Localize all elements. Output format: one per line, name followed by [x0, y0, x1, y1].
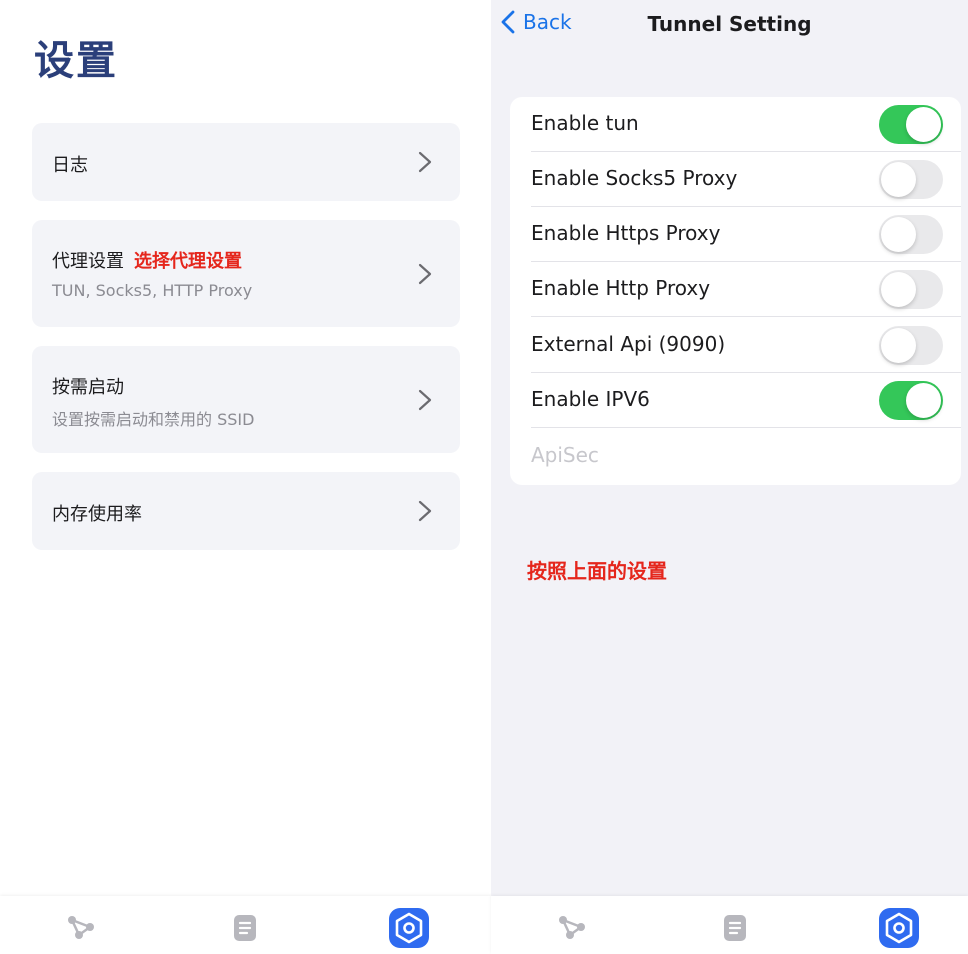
card-title: 按需启动	[52, 377, 124, 398]
nav-title: Tunnel Setting	[647, 12, 812, 36]
card-title-text: 代理设置	[52, 251, 124, 272]
settings-group: Enable tun Enable Socks5 Proxy Enable Ht…	[510, 97, 961, 485]
document-icon[interactable]	[225, 908, 265, 948]
chevron-right-icon	[418, 389, 432, 411]
toggle-enable-socks5[interactable]	[879, 160, 943, 199]
divider	[531, 427, 961, 428]
card-on-demand[interactable]: 按需启动 设置按需启动和禁用的 SSID	[32, 346, 460, 453]
toggle-knob	[881, 217, 916, 252]
row-label: Enable tun	[531, 111, 639, 135]
card-title: 日志	[52, 155, 88, 176]
annotation-note: 按照上面的设置	[527, 559, 667, 583]
divider	[531, 316, 961, 317]
tab-bar	[491, 896, 968, 954]
settings-icon[interactable]	[389, 908, 429, 948]
card-memory-usage[interactable]: 内存使用率	[32, 472, 460, 550]
proxy-nodes-icon[interactable]	[61, 908, 101, 948]
card-proxy-settings[interactable]: 代理设置 选择代理设置 TUN, Socks5, HTTP Proxy	[32, 220, 460, 327]
chevron-right-icon	[418, 263, 432, 285]
page-title: 设置	[34, 38, 118, 84]
chevron-right-icon	[418, 151, 432, 173]
toggle-enable-https[interactable]	[879, 215, 943, 254]
apisec-field[interactable]: ApiSec	[510, 429, 961, 484]
document-icon[interactable]	[715, 908, 755, 948]
row-label: Enable IPV6	[531, 387, 650, 411]
tunnel-setting-panel: Back Tunnel Setting Enable tun Enable So…	[491, 0, 968, 896]
settings-icon[interactable]	[879, 908, 919, 948]
row-enable-ipv6: Enable IPV6	[510, 373, 961, 428]
row-label: External Api (9090)	[531, 332, 726, 356]
annotation-label: 选择代理设置	[134, 251, 242, 272]
card-subtitle: TUN, Socks5, HTTP Proxy	[52, 281, 253, 300]
toggle-enable-ipv6[interactable]	[879, 381, 943, 420]
toggle-enable-http[interactable]	[879, 270, 943, 309]
row-enable-https: Enable Https Proxy	[510, 207, 961, 262]
row-label: Enable Http Proxy	[531, 276, 711, 300]
toggle-knob	[906, 107, 941, 142]
chevron-right-icon	[418, 500, 432, 522]
toggle-knob	[906, 383, 941, 418]
card-title: 代理设置 选择代理设置	[52, 247, 242, 273]
row-enable-tun: Enable tun	[510, 97, 961, 152]
toggle-knob	[881, 272, 916, 307]
row-external-api: External Api (9090)	[510, 318, 961, 373]
toggle-knob	[881, 328, 916, 363]
row-label: Enable Socks5 Proxy	[531, 166, 738, 190]
row-label: Enable Https Proxy	[531, 221, 721, 245]
toggle-enable-tun[interactable]	[879, 105, 943, 144]
apisec-placeholder: ApiSec	[531, 443, 599, 467]
proxy-nodes-icon[interactable]	[552, 908, 592, 948]
row-enable-http: Enable Http Proxy	[510, 262, 961, 317]
tab-bar	[0, 896, 491, 954]
card-subtitle: 设置按需启动和禁用的 SSID	[52, 410, 255, 429]
settings-panel: 设置 日志 代理设置 选择代理设置 TUN, Socks5, HTTP Proxy…	[0, 0, 491, 954]
toggle-external-api[interactable]	[879, 326, 943, 365]
toggle-knob	[881, 162, 916, 197]
card-title: 内存使用率	[52, 504, 142, 525]
row-enable-socks5: Enable Socks5 Proxy	[510, 152, 961, 207]
card-logs[interactable]: 日志	[32, 123, 460, 201]
